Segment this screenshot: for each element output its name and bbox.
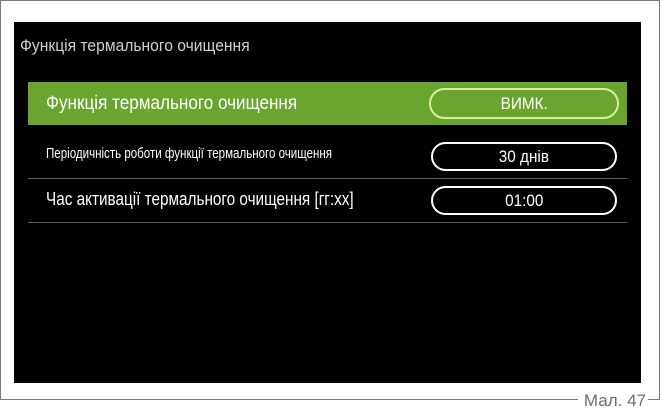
value-text: ВИМК.: [500, 94, 548, 113]
value-text: 01:00: [504, 191, 544, 210]
value-text: 30 днів: [498, 147, 550, 166]
screen-title: Функція термального очищення: [20, 36, 250, 55]
menu-row-label: Час активації термального очищення [гг:х…: [46, 189, 354, 209]
menu-row-cleaning-periodicity[interactable]: Періодичність роботи функції термального…: [28, 135, 627, 179]
menu-row-label: Функція термального очищення: [46, 93, 298, 114]
periodicity-value-selector[interactable]: 30 днів: [431, 142, 617, 171]
activation-time-value-selector[interactable]: 01:00: [431, 186, 617, 215]
figure-caption: Мал. 47: [577, 391, 648, 411]
menu-row-activation-time[interactable]: Час активації термального очищення [гг:х…: [28, 179, 627, 223]
menu-row-thermal-cleaning-function[interactable]: Функція термального очищення ВИМК.: [28, 82, 627, 125]
menu-row-label: Періодичність роботи функції термального…: [46, 145, 333, 162]
thermal-cleaning-toggle[interactable]: ВИМК.: [429, 88, 619, 119]
